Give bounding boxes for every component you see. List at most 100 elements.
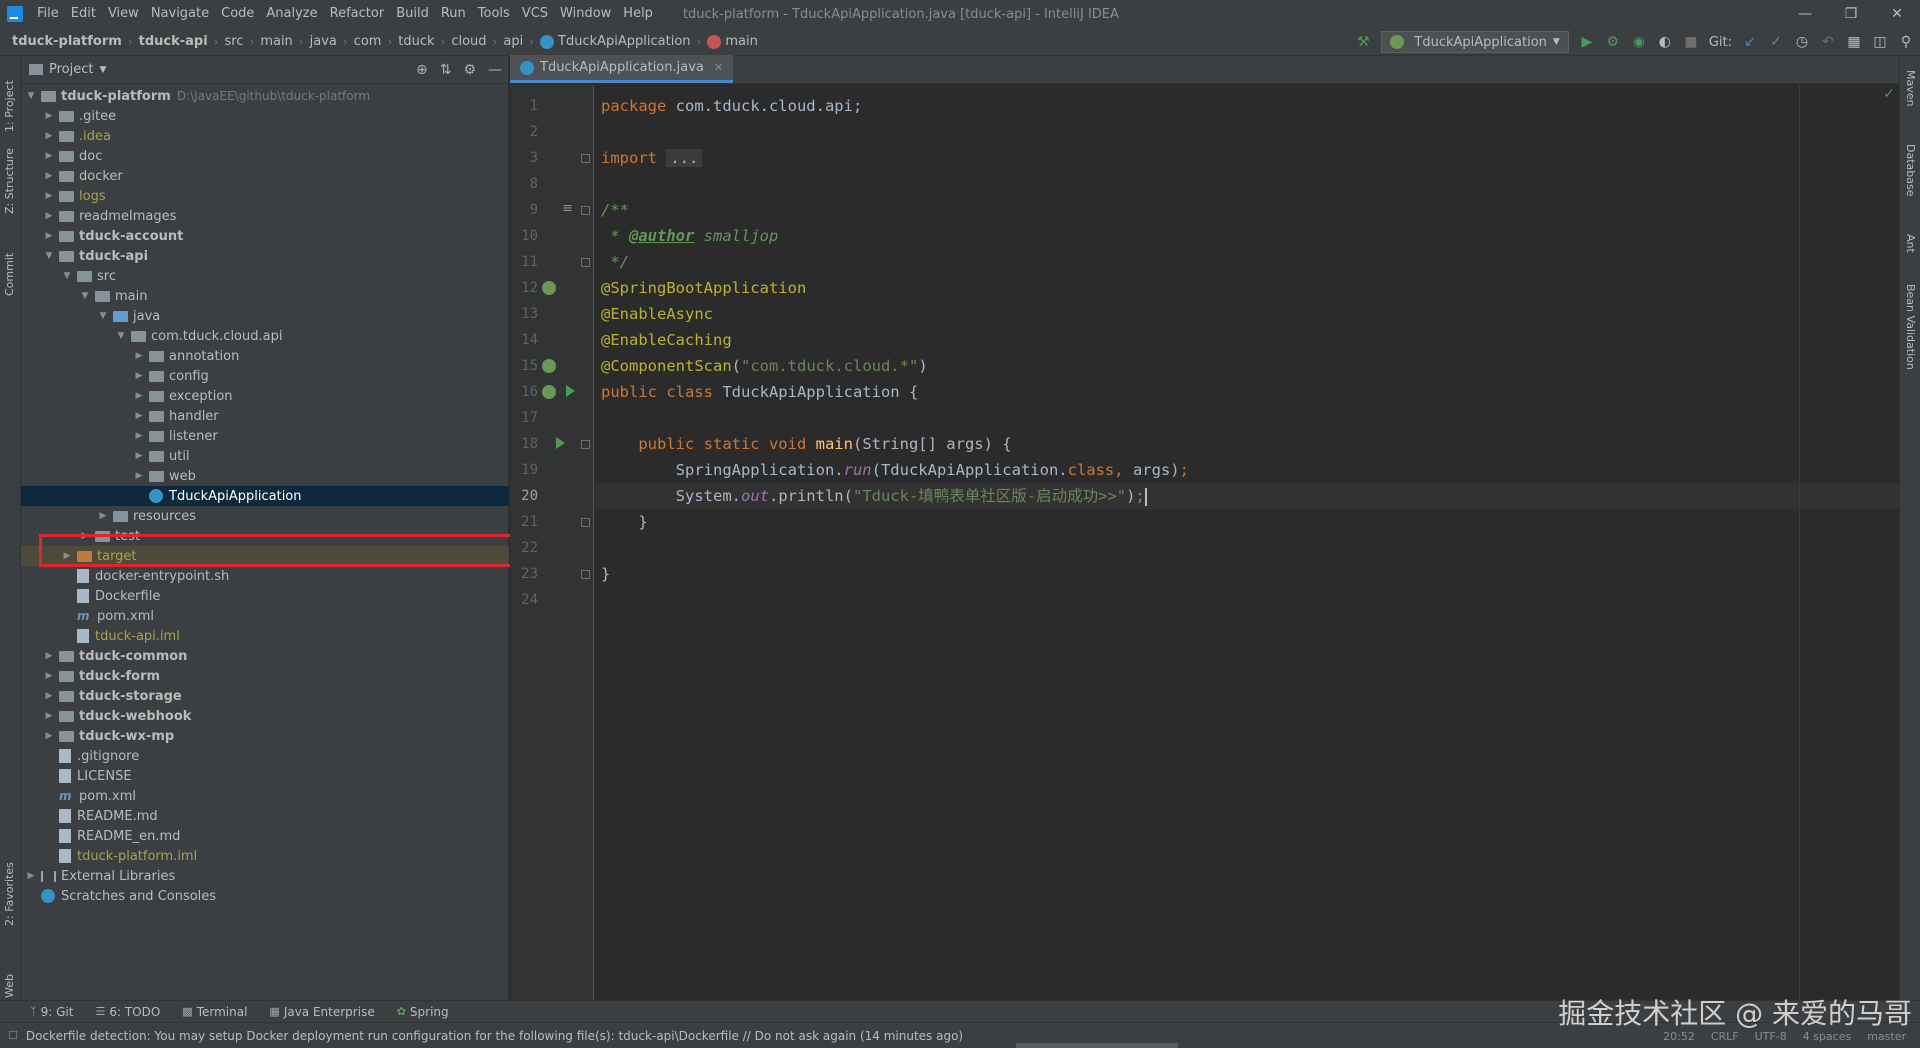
- code-area[interactable]: package com.tduck.cloud.api; import ... /*…: [595, 85, 1899, 1010]
- run-icon[interactable]: ▶: [1579, 34, 1595, 50]
- tree-file-item[interactable]: docker-entrypoint.sh: [21, 566, 509, 586]
- tool-spring-button[interactable]: ✿ Spring: [397, 1005, 449, 1019]
- breadcrumb-item[interactable]: cloud: [451, 34, 486, 49]
- fold-marker-icon[interactable]: [581, 570, 590, 579]
- tree-file-item[interactable]: Dockerfile: [21, 586, 509, 606]
- menu-navigate[interactable]: Navigate: [145, 0, 215, 28]
- tree-folder-item[interactable]: ▶ tduck-wx-mp: [21, 726, 509, 746]
- fold-marker-icon[interactable]: [581, 206, 590, 215]
- tree-file-item[interactable]: tduck-api.iml: [21, 626, 509, 646]
- tool-java-enterprise-button[interactable]: ▦ Java Enterprise: [269, 1005, 374, 1019]
- locate-icon[interactable]: ⊕: [416, 62, 428, 78]
- menu-view[interactable]: View: [102, 0, 145, 28]
- tree-folder-item[interactable]: ▶ .idea: [21, 126, 509, 146]
- tree-folder-item[interactable]: ▶ External Libraries: [21, 866, 509, 886]
- breadcrumb-item[interactable]: main: [725, 34, 757, 49]
- expand-right-icon[interactable]: ▶: [43, 211, 55, 221]
- code-line[interactable]: }: [601, 561, 610, 587]
- menu-edit[interactable]: Edit: [65, 0, 102, 28]
- tree-folder-item[interactable]: ▶ annotation: [21, 346, 509, 366]
- fold-marker-icon[interactable]: [581, 154, 590, 163]
- tree-folder-item[interactable]: ▶ docker: [21, 166, 509, 186]
- debug-icon[interactable]: ⚙: [1605, 34, 1621, 50]
- spring-bean-gutter-icon[interactable]: [542, 281, 556, 295]
- gear-icon[interactable]: ⚙: [463, 62, 476, 78]
- run-gutter-icon[interactable]: [566, 385, 575, 397]
- expand-right-icon[interactable]: ▶: [133, 451, 145, 461]
- tree-folder-item[interactable]: ▶ tduck-storage: [21, 686, 509, 706]
- code-line[interactable]: package com.tduck.cloud.api;: [601, 93, 862, 119]
- expand-down-icon[interactable]: ▼: [25, 91, 37, 101]
- tree-folder-item[interactable]: ▶ test: [21, 526, 509, 546]
- code-line[interactable]: SpringApplication.run(TduckApiApplicatio…: [601, 457, 1189, 483]
- menu-help[interactable]: Help: [617, 0, 659, 28]
- tree-folder-item[interactable]: ▶ tduck-form: [21, 666, 509, 686]
- hide-icon[interactable]: —: [488, 62, 502, 78]
- expand-right-icon[interactable]: ▶: [79, 531, 91, 541]
- tree-folder-item[interactable]: ▼ com.tduck.cloud.api: [21, 326, 509, 346]
- git-commit-icon[interactable]: ✓: [1768, 34, 1784, 50]
- run-gutter-icon[interactable]: [556, 437, 565, 449]
- expand-right-icon[interactable]: ▶: [61, 551, 73, 561]
- tree-folder-item[interactable]: ▶ exception: [21, 386, 509, 406]
- expand-right-icon[interactable]: ▶: [43, 671, 55, 681]
- menu-tools[interactable]: Tools: [472, 0, 516, 28]
- tool-maven-tab[interactable]: Maven: [1904, 70, 1917, 106]
- tool-todo-button[interactable]: ☰ 6: TODO: [95, 1005, 160, 1019]
- tree-file-item[interactable]: README_en.md: [21, 826, 509, 846]
- code-line[interactable]: }: [601, 509, 647, 535]
- menu-refactor[interactable]: Refactor: [324, 0, 391, 28]
- code-line[interactable]: @SpringBootApplication: [601, 275, 806, 301]
- tree-folder-item[interactable]: ▶ target: [21, 546, 509, 566]
- tree-folder-item[interactable]: ▶ resources: [21, 506, 509, 526]
- expand-right-icon[interactable]: ▶: [133, 391, 145, 401]
- project-structure-icon[interactable]: ▦: [1846, 34, 1862, 50]
- tree-file-item[interactable]: README.md: [21, 806, 509, 826]
- expand-right-icon[interactable]: ▶: [43, 171, 55, 181]
- expand-down-icon[interactable]: ▼: [115, 331, 127, 341]
- git-history-icon[interactable]: ◷: [1794, 34, 1810, 50]
- tree-folder-item[interactable]: ▶ logs: [21, 186, 509, 206]
- expand-right-icon[interactable]: ▶: [43, 151, 55, 161]
- tool-project-tab[interactable]: 1: Project: [3, 80, 16, 132]
- code-line[interactable]: * @author smalljop: [601, 223, 778, 249]
- breadcrumb-item[interactable]: TduckApiApplication: [558, 34, 691, 49]
- tree-file-item[interactable]: tduck-platform.iml: [21, 846, 509, 866]
- expand-right-icon[interactable]: ▶: [43, 111, 55, 121]
- expand-down-icon[interactable]: ▼: [79, 291, 91, 301]
- git-update-icon[interactable]: ↙: [1742, 34, 1758, 50]
- collapse-all-icon[interactable]: ⇅: [440, 62, 452, 78]
- tool-structure-tab[interactable]: Z: Structure: [3, 148, 16, 214]
- expand-right-icon[interactable]: ▶: [43, 711, 55, 721]
- expand-right-icon[interactable]: ▶: [25, 871, 37, 881]
- tree-file-item[interactable]: Scratches and Consoles: [21, 886, 509, 906]
- expand-down-icon[interactable]: ▼: [43, 251, 55, 261]
- expand-right-icon[interactable]: ▶: [133, 371, 145, 381]
- expand-right-icon[interactable]: ▶: [43, 651, 55, 661]
- status-message[interactable]: Dockerfile detection: You may setup Dock…: [26, 1029, 963, 1043]
- tree-folder-item[interactable]: ▶ util: [21, 446, 509, 466]
- expand-right-icon[interactable]: ▶: [43, 691, 55, 701]
- tree-folder-item[interactable]: ▶ handler: [21, 406, 509, 426]
- menu-file[interactable]: File: [31, 0, 65, 28]
- tree-folder-item[interactable]: ▶ tduck-common: [21, 646, 509, 666]
- tool-terminal-button[interactable]: ▩ Terminal: [182, 1005, 247, 1019]
- tree-file-item[interactable]: m pom.xml: [21, 786, 509, 806]
- tool-ant-tab[interactable]: Ant: [1904, 234, 1917, 253]
- breadcrumb-item[interactable]: com: [354, 34, 382, 49]
- search-icon[interactable]: ⚲: [1898, 34, 1914, 50]
- breadcrumb-item[interactable]: tduck: [398, 34, 434, 49]
- code-line[interactable]: @EnableAsync: [601, 301, 713, 327]
- expand-right-icon[interactable]: ▶: [43, 191, 55, 201]
- expand-right-icon[interactable]: ▶: [97, 511, 109, 521]
- code-line[interactable]: System.out.println("Tduck-填鸭表单社区版-启动成功>>…: [601, 483, 1147, 509]
- fold-marker-icon[interactable]: [581, 440, 590, 449]
- code-line[interactable]: public class TduckApiApplication {: [601, 379, 918, 405]
- close-tab-icon[interactable]: ✕: [714, 61, 723, 74]
- menu-code[interactable]: Code: [215, 0, 260, 28]
- tree-folder-item[interactable]: ▶ tduck-webhook: [21, 706, 509, 726]
- tool-database-tab[interactable]: Database: [1904, 144, 1917, 197]
- tree-folder-item[interactable]: ▶ config: [21, 366, 509, 386]
- breadcrumb-item[interactable]: tduck-platform: [12, 34, 122, 49]
- expand-right-icon[interactable]: ▶: [133, 471, 145, 481]
